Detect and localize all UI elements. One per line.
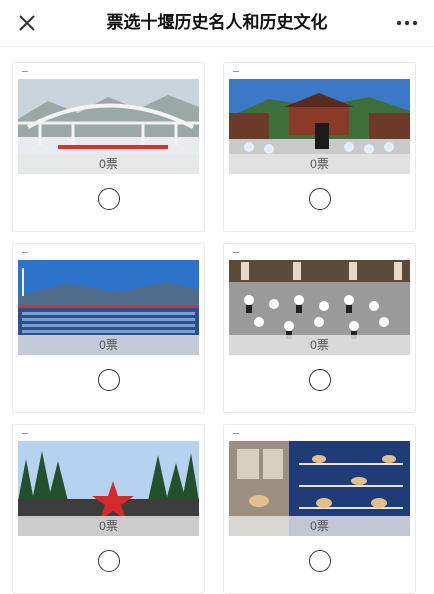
candidate-card[interactable]: 0票 bbox=[12, 243, 205, 413]
card-marker bbox=[22, 433, 28, 434]
page-title: 票选十堰历史名人和历史文化 bbox=[106, 13, 328, 32]
vote-count: 0票 bbox=[229, 335, 410, 355]
vote-radio[interactable] bbox=[308, 550, 331, 572]
card-marker bbox=[22, 252, 28, 253]
candidate-card[interactable]: 0票 bbox=[12, 424, 205, 594]
vote-radio[interactable] bbox=[97, 369, 120, 391]
more-button[interactable] bbox=[392, 11, 422, 35]
close-button[interactable] bbox=[14, 11, 40, 35]
card-marker bbox=[233, 433, 239, 434]
card-marker bbox=[233, 71, 239, 72]
vote-count: 0票 bbox=[229, 154, 410, 174]
vote-count: 0票 bbox=[18, 335, 199, 355]
top-bar: 票选十堰历史名人和历史文化 bbox=[0, 0, 434, 47]
vote-radio[interactable] bbox=[97, 188, 120, 210]
vote-radio[interactable] bbox=[308, 188, 331, 210]
vote-radio[interactable] bbox=[308, 369, 331, 391]
card-marker bbox=[22, 71, 28, 72]
vote-count: 0票 bbox=[229, 516, 410, 536]
candidate-card[interactable]: 0票 bbox=[223, 424, 416, 594]
candidate-grid: 0票 0票 0票 0票 0票 0票 bbox=[0, 47, 434, 594]
vote-radio[interactable] bbox=[97, 550, 120, 572]
candidate-card[interactable]: 0票 bbox=[12, 62, 205, 232]
close-icon bbox=[19, 15, 35, 31]
vote-count: 0票 bbox=[18, 516, 199, 536]
candidate-card[interactable]: 0票 bbox=[223, 243, 416, 413]
vote-count: 0票 bbox=[18, 154, 199, 174]
candidate-card[interactable]: 0票 bbox=[223, 62, 416, 232]
card-marker bbox=[233, 252, 239, 253]
more-dots-icon bbox=[396, 20, 418, 26]
